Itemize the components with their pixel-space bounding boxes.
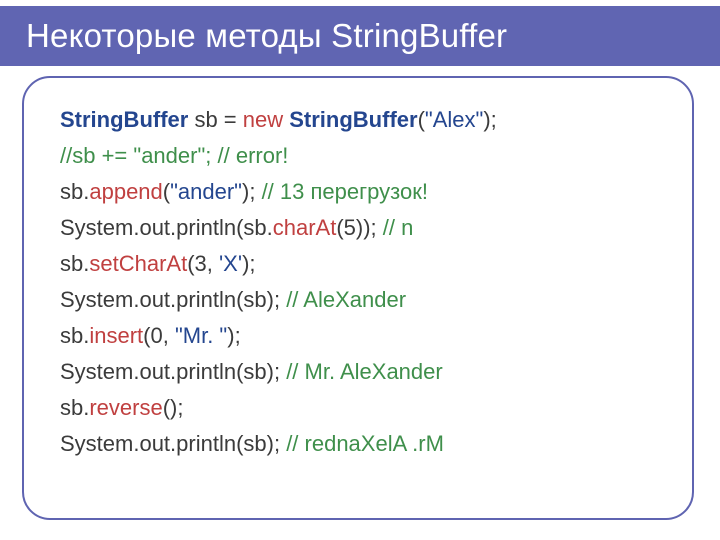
method-name: insert [89,323,143,348]
content-box: StringBuffer sb = new StringBuffer("Alex… [22,76,694,520]
char-literal: 'X' [219,251,242,276]
comment: // 13 перегрузок! [262,179,428,204]
method-name: setCharAt [89,251,187,276]
comment: // n [383,215,414,240]
code-text: System.out.println(sb); [60,287,286,312]
code-line-10: System.out.println(sb); // rednaXelA .rM [60,426,664,462]
slide: Некоторые методы StringBuffer StringBuff… [0,0,720,540]
code-line-2: //sb += "ander"; // error! [60,138,664,174]
code-text: ); [242,251,255,276]
code-text: (0, [143,323,175,348]
code-text: (); [163,395,184,420]
code-text: sb. [60,251,89,276]
string-literal: "Alex" [425,107,483,132]
code-text: ); [242,179,262,204]
code-text: ( [163,179,170,204]
code-text: sb. [60,323,89,348]
code-text: sb. [60,179,89,204]
comment: // Mr. AleXander [286,359,443,384]
code-text: (5)); [336,215,382,240]
code-text: ( [418,107,425,132]
method-name: reverse [89,395,162,420]
code-line-1: StringBuffer sb = new StringBuffer("Alex… [60,102,664,138]
code-text: sb = [188,107,242,132]
code-text: System.out.println(sb); [60,431,286,456]
code-line-5: sb.setCharAt(3, 'X'); [60,246,664,282]
code-line-4: System.out.println(sb.charAt(5)); // n [60,210,664,246]
title-band: Некоторые методы StringBuffer [0,6,720,66]
code-line-6: System.out.println(sb); // AleXander [60,282,664,318]
type-name: StringBuffer [289,107,417,132]
method-name: append [89,179,162,204]
code-line-9: sb.reverse(); [60,390,664,426]
comment: // rednaXelA .rM [286,431,444,456]
code-text: (3, [187,251,219,276]
code-line-7: sb.insert(0, "Mr. "); [60,318,664,354]
code-text: sb. [60,395,89,420]
string-literal: "Mr. " [175,323,227,348]
method-name: charAt [273,215,337,240]
slide-title: Некоторые методы StringBuffer [0,17,507,55]
code-text: ); [483,107,496,132]
keyword-new: new [243,107,283,132]
comment: //sb += "ander"; // error! [60,143,288,168]
type-name: StringBuffer [60,107,188,132]
comment: // AleXander [286,287,406,312]
code-text: System.out.println(sb. [60,215,273,240]
string-literal: "ander" [170,179,242,204]
code-line-3: sb.append("ander"); // 13 перегрузок! [60,174,664,210]
code-text: ); [227,323,240,348]
code-text: System.out.println(sb); [60,359,286,384]
code-line-8: System.out.println(sb); // Mr. AleXander [60,354,664,390]
